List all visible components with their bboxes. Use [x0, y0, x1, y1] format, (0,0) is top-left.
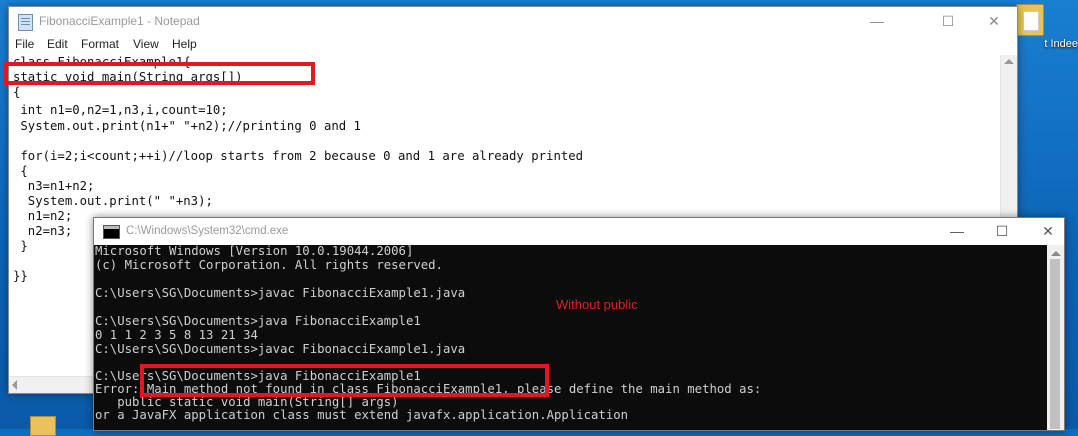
cmd-close-button[interactable]: ✕ [1025, 218, 1071, 245]
code-line: for(i=2;i<count;++i)//loop starts from 2… [13, 149, 584, 163]
code-line: System.out.print(" "+n3); [13, 194, 213, 208]
menu-help[interactable]: Help [172, 37, 197, 51]
code-line: } [13, 239, 28, 253]
file-icon [1016, 4, 1044, 36]
code-line: { [13, 85, 21, 99]
notepad-icon [18, 14, 33, 31]
cmd-scroll-up-icon[interactable] [1051, 251, 1061, 256]
console-line: C:\Users\SG\Documents>javac FibonacciExa… [95, 342, 466, 356]
highlight-box-main-signature [4, 62, 315, 85]
cmd-window: C:\Windows\System32\cmd.exe — ☐ ✕ Micros… [93, 217, 1065, 431]
menu-bar: File Edit Format View Help [9, 35, 1017, 55]
console-line: C:\Users\SG\Documents>javac FibonacciExa… [95, 286, 466, 300]
menu-file[interactable]: File [15, 37, 34, 51]
cmd-scroll-thumb[interactable] [1050, 259, 1060, 429]
code-line: n1=n2; [13, 209, 73, 223]
console-line: 0 1 1 2 3 5 8 13 21 34 [95, 328, 258, 342]
code-line: System.out.print(n1+" "+n2);//printing 0… [13, 119, 361, 133]
menu-format[interactable]: Format [81, 37, 119, 51]
scroll-left-icon[interactable] [12, 380, 17, 390]
notepad-title: FibonacciExample1 - Notepad [39, 14, 200, 28]
console-line: or a JavaFX application class must exten… [95, 408, 629, 422]
console-line: C:\Users\SG\Documents>java FibonacciExam… [95, 314, 421, 328]
desktop-folder-icon[interactable] [30, 412, 60, 436]
cmd-maximize-button[interactable]: ☐ [979, 218, 1025, 245]
code-line: n3=n1+n2; [13, 179, 95, 193]
console-line: (c) Microsoft Corporation. All rights re… [95, 258, 443, 272]
cmd-title-bar[interactable]: C:\Windows\System32\cmd.exe — ☐ ✕ [94, 218, 1064, 245]
console-line: Microsoft Windows [Version 10.0.19044.20… [95, 245, 414, 258]
cmd-title: C:\Windows\System32\cmd.exe [126, 225, 289, 237]
folder-icon [30, 416, 56, 436]
annotation-without-public: Without public [556, 297, 638, 312]
notepad-title-bar[interactable]: FibonacciExample1 - Notepad — ☐ ✕ [9, 7, 1017, 35]
code-line: }} [13, 269, 28, 283]
minimize-button[interactable]: — [854, 7, 900, 35]
code-line: { [13, 164, 28, 178]
cmd-vertical-scrollbar[interactable] [1047, 245, 1064, 430]
cmd-icon [103, 225, 120, 239]
menu-view[interactable]: View [133, 37, 159, 51]
code-line: n2=n3; [13, 224, 73, 238]
close-button[interactable]: ✕ [971, 7, 1017, 35]
console-output[interactable]: Microsoft Windows [Version 10.0.19044.20… [94, 245, 1046, 430]
maximize-button[interactable]: ☐ [925, 7, 971, 35]
cmd-minimize-button[interactable]: — [934, 218, 980, 245]
code-line: int n1=0,n2=1,n3,i,count=10; [13, 103, 228, 117]
scroll-up-icon[interactable] [1004, 59, 1014, 64]
highlight-box-error [140, 364, 549, 397]
menu-edit[interactable]: Edit [47, 37, 68, 51]
